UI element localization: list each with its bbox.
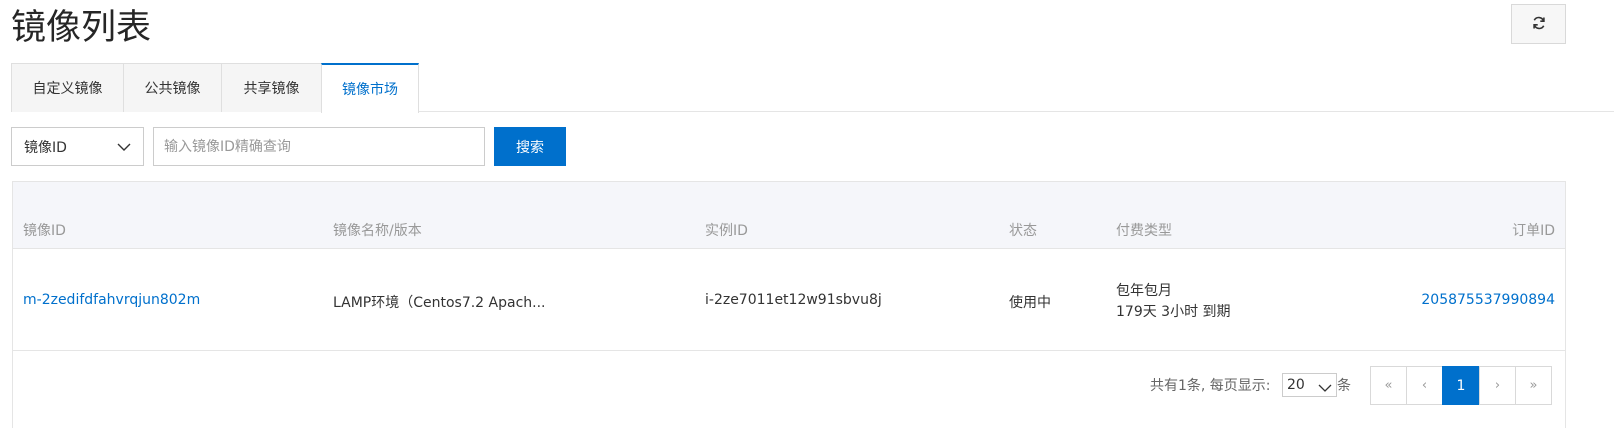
page-size-value: 20 bbox=[1287, 377, 1305, 393]
image-name: LAMP环境（Centos7.2 Apach... bbox=[333, 295, 546, 311]
column-header-order-id: 订单ID bbox=[1512, 223, 1555, 239]
pagination: « ‹ 1 › » bbox=[1370, 366, 1552, 405]
image-id-search-input[interactable] bbox=[153, 127, 485, 166]
image-id-link[interactable]: m-2zedifdfahvrqjun802m bbox=[23, 292, 200, 308]
chevron-down-icon bbox=[1318, 379, 1332, 401]
refresh-button[interactable] bbox=[1511, 4, 1566, 44]
tab-shared-images[interactable]: 共享镜像 bbox=[221, 63, 322, 112]
prev-page-button[interactable]: ‹ bbox=[1406, 366, 1443, 405]
search-field-select[interactable]: 镜像ID bbox=[11, 127, 144, 166]
image-type-tabs: 自定义镜像 公共镜像 共享镜像 镜像市场 bbox=[11, 63, 1614, 113]
pagination-total-text: 共有1条, 每页显示: bbox=[1150, 378, 1271, 394]
page-title: 镜像列表 bbox=[11, 8, 152, 48]
column-header-image-name: 镜像名称/版本 bbox=[333, 223, 422, 239]
table-row: m-2zedifdfahvrqjun802m LAMP环境（Centos7.2 … bbox=[13, 249, 1565, 351]
instance-id: i-2ze7011et12w91sbvu8j bbox=[705, 292, 882, 308]
search-field-select-value: 镜像ID bbox=[24, 139, 67, 156]
page-button-current[interactable]: 1 bbox=[1442, 366, 1480, 405]
table-header: 镜像ID 镜像名称/版本 实例ID 状态 付费类型 订单ID bbox=[13, 182, 1565, 249]
page-size-select[interactable]: 20 bbox=[1282, 373, 1337, 397]
next-page-button[interactable]: › bbox=[1479, 366, 1516, 405]
tab-public-images[interactable]: 公共镜像 bbox=[123, 63, 222, 112]
refresh-icon bbox=[1532, 15, 1546, 34]
page-size-unit: 条 bbox=[1337, 378, 1351, 394]
column-header-image-id: 镜像ID bbox=[23, 223, 66, 239]
expire-time: 179天 3小时 到期 bbox=[1116, 304, 1231, 320]
column-header-billing-type: 付费类型 bbox=[1116, 223, 1172, 239]
first-page-button[interactable]: « bbox=[1370, 366, 1407, 405]
billing-type: 包年包月 bbox=[1116, 283, 1172, 299]
tab-marketplace-images[interactable]: 镜像市场 bbox=[321, 63, 419, 113]
column-header-status: 状态 bbox=[1009, 223, 1037, 239]
search-button[interactable]: 搜索 bbox=[494, 127, 566, 166]
tab-custom-images[interactable]: 自定义镜像 bbox=[11, 63, 124, 112]
status-text: 使用中 bbox=[1009, 295, 1051, 311]
last-page-button[interactable]: » bbox=[1515, 366, 1552, 405]
order-id-link[interactable]: 205875537990894 bbox=[1421, 292, 1555, 308]
column-header-instance-id: 实例ID bbox=[705, 223, 748, 239]
chevron-down-icon bbox=[117, 140, 131, 158]
